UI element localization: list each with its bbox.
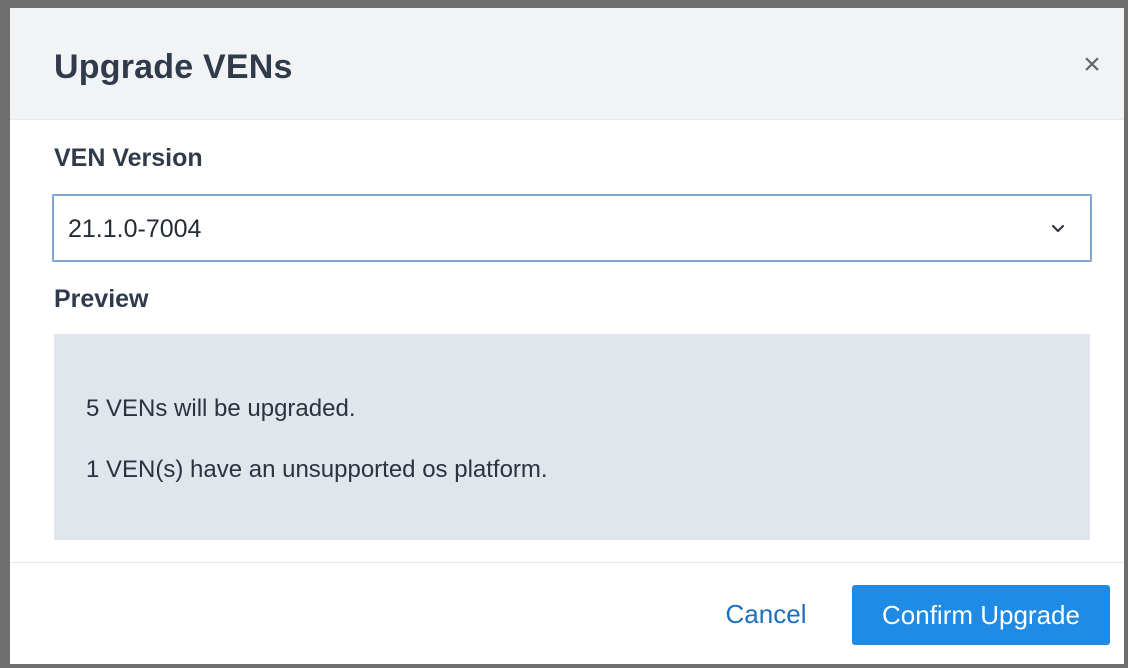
- cancel-button[interactable]: Cancel: [710, 585, 822, 643]
- ven-version-select[interactable]: 21.1.0-7004: [52, 194, 1092, 262]
- chevron-down-icon: [1051, 224, 1065, 233]
- preview-panel: 5 VENs will be upgraded. 1 VEN(s) have a…: [54, 334, 1090, 540]
- preview-unsupported-count: 1 VEN(s) have an unsupported os platform…: [86, 456, 548, 483]
- dialog-footer: Cancel Confirm Upgrade: [10, 562, 1124, 664]
- backdrop: Upgrade VENs × VEN Version 21.1.0-7004 P…: [0, 0, 1128, 668]
- upgrade-vens-dialog: Upgrade VENs × VEN Version 21.1.0-7004 P…: [10, 8, 1124, 664]
- close-icon[interactable]: ×: [1076, 48, 1108, 82]
- preview-upgrade-count: 5 VENs will be upgraded.: [86, 395, 356, 422]
- dialog-title: Upgrade VENs: [54, 48, 293, 86]
- dialog-header: Upgrade VENs ×: [10, 8, 1124, 120]
- confirm-upgrade-button[interactable]: Confirm Upgrade: [852, 585, 1110, 645]
- ven-version-label: VEN Version: [54, 144, 203, 172]
- preview-label: Preview: [54, 285, 149, 313]
- ven-version-selected-value: 21.1.0-7004: [68, 215, 202, 243]
